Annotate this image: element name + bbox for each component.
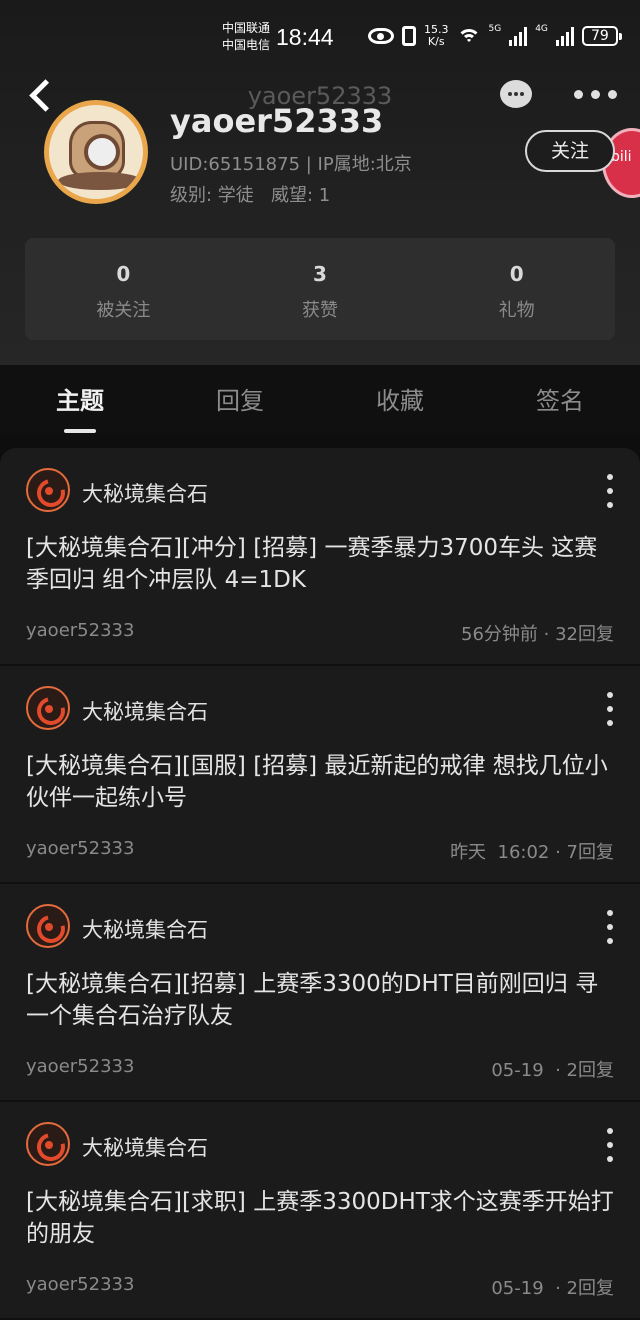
forum-name[interactable]: 大秘境集合石	[82, 696, 208, 726]
more-icon[interactable]	[574, 90, 617, 99]
post-author: yaoer52333	[26, 620, 135, 641]
stat-likes[interactable]: 3 获赞	[222, 238, 419, 340]
post-meta: 05-19 · 2回复	[491, 1278, 614, 1299]
forum-logo-icon[interactable]	[26, 468, 70, 512]
stat-followers[interactable]: 0 被关注	[25, 238, 222, 340]
profile-header: 中国联通 中国电信 18:44 15.3 K/s 5G 4G 79 yaoer5…	[0, 0, 640, 365]
stat-label: 被关注	[96, 300, 151, 321]
stats-panel: 0 被关注 3 获赞 0 礼物	[25, 238, 615, 340]
post-author: yaoer52333	[26, 838, 135, 859]
post-item[interactable]: 大秘境集合石 [大秘境集合石][求职] 上赛季3300DHT求个这赛季开始打的朋…	[0, 1102, 640, 1320]
post-meta: 05-19 · 2回复	[491, 1060, 614, 1081]
post-author: yaoer52333	[26, 1056, 135, 1077]
stat-gifts[interactable]: 0 礼物	[418, 238, 615, 340]
net-speed: 15.3 K/s	[424, 24, 449, 48]
stat-value: 0	[116, 262, 131, 286]
kebab-icon[interactable]	[604, 692, 616, 726]
tab-bar: 主题 回复 收藏 签名	[0, 365, 640, 433]
vibrate-icon	[402, 26, 416, 46]
stat-value: 0	[509, 262, 524, 286]
kebab-icon[interactable]	[604, 474, 616, 508]
stat-value: 3	[313, 262, 327, 286]
post-item[interactable]: 大秘境集合石 [大秘境集合石][国服] [招募] 最近新起的戒律 想找几位小伙伴…	[0, 666, 640, 884]
post-item[interactable]: 大秘境集合石 [大秘境集合石][冲分] [招募] 一赛季暴力3700车头 这赛季…	[0, 448, 640, 666]
forum-name[interactable]: 大秘境集合石	[82, 914, 208, 944]
post-meta: 昨天 16:02 · 7回复	[450, 842, 614, 863]
forum-name[interactable]: 大秘境集合石	[82, 1132, 208, 1162]
battery-icon: 79	[581, 26, 622, 46]
post-title[interactable]: [大秘境集合石][求职] 上赛季3300DHT求个这赛季开始打的朋友	[26, 1186, 620, 1250]
tab-signature[interactable]: 签名	[480, 365, 640, 433]
forum-logo-icon[interactable]	[26, 1122, 70, 1166]
tab-topics[interactable]: 主题	[0, 365, 160, 433]
wifi-icon	[456, 27, 481, 45]
diving-helmet-icon	[58, 121, 142, 190]
post-title[interactable]: [大秘境集合石][招募] 上赛季3300的DHT目前刚回归 寻一个集合石治疗队友	[26, 968, 620, 1032]
tab-replies[interactable]: 回复	[160, 365, 320, 433]
carrier-2: 中国电信	[222, 38, 271, 52]
kebab-icon[interactable]	[604, 910, 616, 944]
forum-name[interactable]: 大秘境集合石	[82, 478, 208, 508]
net-speed-unit: K/s	[427, 35, 445, 48]
signal-icon-2	[555, 26, 574, 46]
carriers: 中国联通 中国电信	[222, 20, 270, 54]
post-title[interactable]: [大秘境集合石][国服] [招募] 最近新起的戒律 想找几位小伙伴一起练小号	[26, 750, 620, 814]
signal-icon-1	[509, 26, 528, 46]
uid-ip-line: UID:65151875 | IP属地:北京	[170, 154, 412, 175]
status-bar: 中国联通 中国电信 18:44 15.3 K/s 5G 4G 79	[0, 0, 640, 75]
kebab-icon[interactable]	[604, 1128, 616, 1162]
message-icon[interactable]	[500, 80, 532, 108]
eye-icon	[368, 28, 394, 44]
forum-logo-icon[interactable]	[26, 904, 70, 948]
clock: 18:44	[276, 24, 334, 50]
status-icons: 15.3 K/s 5G 4G 79	[368, 24, 622, 48]
network-4g-label: 4G	[535, 24, 548, 34]
stat-label: 礼物	[498, 300, 535, 321]
avatar[interactable]	[44, 100, 148, 204]
stat-label: 获赞	[302, 300, 338, 321]
follow-button[interactable]: 关注	[525, 130, 615, 172]
forum-logo-icon[interactable]	[26, 686, 70, 730]
post-author: yaoer52333	[26, 1274, 135, 1295]
level-line: 级别: 学徒 威望: 1	[170, 185, 331, 206]
username: yaoer52333	[170, 102, 384, 140]
post-title[interactable]: [大秘境集合石][冲分] [招募] 一赛季暴力3700车头 这赛季回归 组个冲层…	[26, 532, 620, 596]
tab-favorites[interactable]: 收藏	[320, 365, 480, 433]
post-list: 大秘境集合石 [大秘境集合石][冲分] [招募] 一赛季暴力3700车头 这赛季…	[0, 448, 640, 1320]
post-item[interactable]: 大秘境集合石 [大秘境集合石][招募] 上赛季3300的DHT目前刚回归 寻一个…	[0, 884, 640, 1102]
carrier-1: 中国联通	[222, 21, 271, 35]
network-5g-label: 5G	[488, 24, 502, 34]
post-meta: 56分钟前 · 32回复	[461, 624, 614, 645]
